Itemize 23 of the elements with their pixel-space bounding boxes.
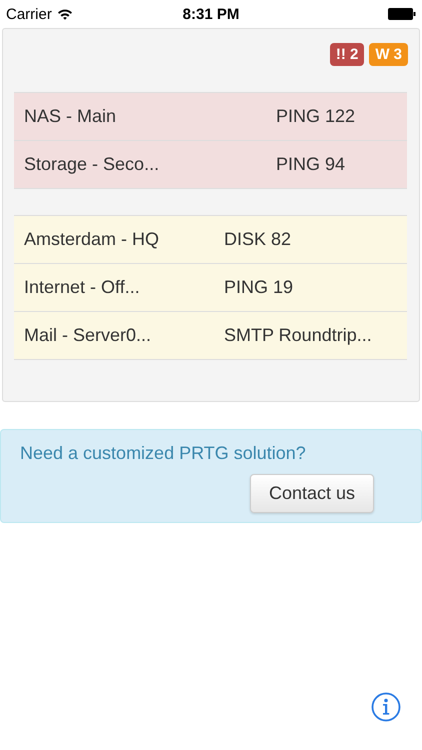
- sensor-name: DISK 82: [223, 229, 292, 250]
- info-icon[interactable]: [371, 692, 401, 722]
- sensor-row[interactable]: Internet - Off... PING 19: [14, 264, 407, 312]
- clock-time: 8:31 PM: [182, 6, 240, 22]
- contact-button[interactable]: Contact us: [250, 474, 374, 513]
- sensor-name: PING 19: [223, 277, 294, 298]
- device-name: Amsterdam - HQ: [23, 229, 160, 250]
- battery-icon: [388, 8, 416, 20]
- sensor-name: SMTP Roundtrip...: [223, 325, 373, 346]
- device-name: Storage - Seco...: [23, 154, 160, 175]
- sensor-name: PING 94: [275, 154, 346, 175]
- sensor-row[interactable]: Mail - Server0... SMTP Roundtrip...: [14, 312, 407, 360]
- sensor-name: PING 122: [275, 106, 356, 127]
- sensor-row[interactable]: NAS - Main PING 122: [14, 93, 407, 141]
- promo-text: Need a customized PRTG solution?: [20, 443, 307, 464]
- sensor-row[interactable]: Storage - Seco... PING 94: [14, 141, 407, 189]
- wifi-icon: [56, 8, 73, 20]
- sensor-row[interactable]: Amsterdam - HQ DISK 82: [14, 216, 407, 264]
- alert-count-badge[interactable]: !! 2: [330, 43, 364, 66]
- device-name: Internet - Off...: [23, 277, 141, 298]
- carrier-label: Carrier: [6, 6, 52, 22]
- device-name: NAS - Main: [23, 106, 118, 127]
- device-name: Mail - Server0...: [23, 325, 152, 346]
